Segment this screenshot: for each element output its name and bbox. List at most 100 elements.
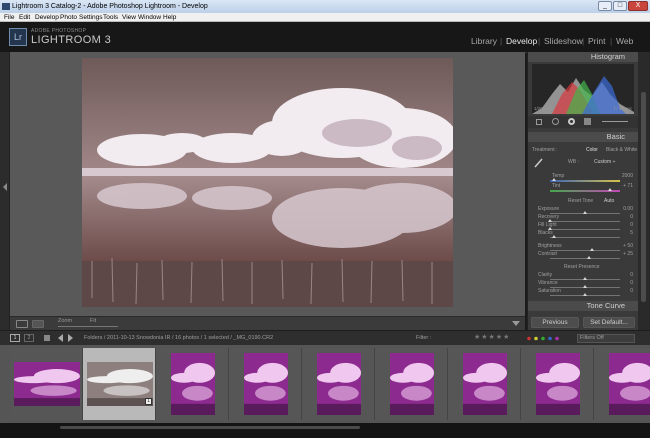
treatment-black-white[interactable]: Black & White [606,147,637,153]
clarity-label: Clarity [538,272,553,278]
loupe-view-icon[interactable] [16,320,28,328]
brightness-slider[interactable] [550,250,620,251]
auto-tone-button[interactable]: Auto [604,198,614,204]
filmstrip-thumbnail[interactable] [316,353,361,415]
filmstrip-thumbnail[interactable] [243,353,288,415]
back-arrow-icon [58,334,63,342]
minimize-button[interactable]: _ [598,1,612,11]
adjustment-brush-icon[interactable] [602,121,628,122]
contrast-slider-knob[interactable] [586,256,591,259]
expand-left-panel-icon [3,183,7,191]
maximize-button[interactable]: □ [613,1,627,11]
exposure-label: Exposure [538,206,560,212]
tone-curve-header[interactable]: Tone Curve [528,301,639,311]
filmstrip-thumbnail[interactable] [535,353,580,415]
rating-filter-stars[interactable]: ★★★★★ [474,333,510,341]
menu-develop[interactable]: Develop [35,13,59,22]
menu-file[interactable]: File [4,13,14,22]
vibrance-value: 0 [630,280,633,286]
brand-title: LIGHTROOM 3 [31,34,112,46]
page-2-button[interactable]: 2 [24,334,34,342]
tint-value: + 71 [623,183,633,189]
filmstrip-thumbnail[interactable] [462,353,507,415]
green-label-icon [541,336,545,341]
temp-value: 2000 [621,173,633,179]
filmstrip-scrollbar[interactable] [60,426,360,429]
filmstrip-thumbnail[interactable] [608,353,650,415]
brightness-slider-knob[interactable] [590,248,594,251]
blacks-slider[interactable] [550,237,620,238]
module-print[interactable]: Print [588,36,605,46]
menu-window[interactable]: Window [138,13,161,22]
develop-tool-strip [528,116,639,128]
histogram-left-info: 1/200 sec [534,106,554,111]
module-develop[interactable]: Develop [506,36,537,46]
reset-presence-label[interactable]: Reset Presence [564,264,600,270]
main-photo[interactable] [82,58,453,307]
brightness-label: Brightness [538,243,562,249]
filmstrip-thumbnail[interactable] [13,362,80,406]
menu-photo[interactable]: Photo [60,13,77,22]
left-panel-collapsed[interactable] [0,52,10,330]
temp-slider-knob[interactable] [551,178,556,181]
saturation-value: 0 [630,288,633,294]
menu-view[interactable]: View [122,13,136,22]
contrast-label: Contrast [538,251,557,257]
right-panel-scrollbar[interactable] [638,52,650,330]
reset-tone-label[interactable]: Reset Tone [568,198,593,204]
grid-view-icon [44,335,50,341]
filters-off-dropdown[interactable]: Filters Off [577,334,635,343]
right-panel: Histogram 1/200 sec f / 10 sec Basic Tre… [527,52,639,330]
blacks-slider-knob[interactable] [551,235,556,238]
filmstrip-toolbar: 1 2 Folders / 2011-10-13 Snowdonia IR / … [0,330,650,345]
module-slideshow[interactable]: Slideshow [544,36,583,46]
exposure-value: 0.00 [623,206,633,212]
tint-slider-knob[interactable] [608,188,613,191]
filmstrip-thumbnail[interactable] [170,353,215,415]
app-icon [2,3,10,10]
page-1-button[interactable]: 1 [10,334,20,342]
fill-slider-knob[interactable] [548,227,552,230]
filmstrip-thumbnail[interactable] [86,362,153,406]
spot-removal-icon[interactable] [552,118,559,125]
contrast-slider[interactable] [550,258,620,259]
menu-edit[interactable]: Edit [19,13,30,22]
crop-icon[interactable] [536,119,542,125]
filmstrip-path[interactable]: Folders / 2011-10-13 Snowdonia IR / 16 p… [84,335,273,341]
close-button[interactable]: X [628,1,648,11]
basic-header[interactable]: Basic [528,132,639,142]
menu-help[interactable]: Help [163,13,176,22]
saturation-slider-knob[interactable] [583,293,587,296]
clarity-value: 0 [630,272,633,278]
vibrance-slider-knob[interactable] [583,285,587,288]
recovery-value: 0 [630,214,633,220]
recovery-slider-knob[interactable] [548,219,552,222]
vibrance-label: Vibrance [538,280,558,286]
histogram-right-info: f / 10 sec [613,106,632,111]
temp-slider[interactable] [550,180,620,182]
menu-tools[interactable]: Tools [103,13,118,22]
previous-button[interactable]: Previous [531,317,579,328]
develop-toolbar: Zoom Fit [10,316,525,330]
recovery-slider[interactable] [550,221,620,222]
treatment-color[interactable]: Color [586,147,598,153]
menu-settings[interactable]: Settings [79,13,103,22]
fill-light-slider[interactable] [550,229,620,230]
histogram-header[interactable]: Histogram [528,52,639,62]
zoom-slider[interactable] [58,326,118,327]
wb-value[interactable]: Custom ÷ [594,159,615,165]
filmstrip-thumbnail[interactable] [389,353,434,415]
scrollbar-thumb[interactable] [641,92,646,302]
red-eye-icon[interactable] [568,118,575,125]
before-after-icon[interactable] [32,320,44,328]
module-web[interactable]: Web [616,36,633,46]
exposure-slider-knob[interactable] [583,211,587,214]
window-title: Lightroom 3 Catalog-2 - Adobe Photoshop … [12,3,208,10]
clarity-slider-knob[interactable] [583,277,587,280]
module-library[interactable]: Library [471,36,497,46]
graduated-filter-icon[interactable] [584,118,591,125]
purple-label-icon [555,336,559,341]
set-default-button[interactable]: Set Default... [583,317,635,328]
tint-label: Tint [552,183,561,189]
contrast-value: + 25 [623,251,633,257]
